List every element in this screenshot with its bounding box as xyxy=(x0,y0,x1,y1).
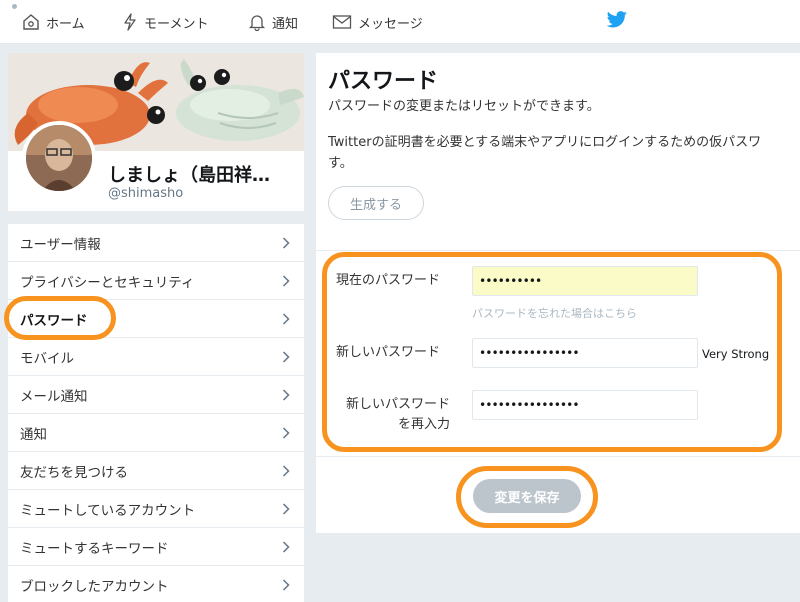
chevron-right-icon xyxy=(282,503,290,515)
avatar-image xyxy=(26,125,92,191)
sidebar-item-label: ミュートしているアカウント xyxy=(20,502,196,519)
envelope-icon xyxy=(332,15,352,29)
home-icon xyxy=(23,14,39,30)
sidebar-item-email-notifications[interactable]: メール通知 xyxy=(8,376,304,414)
chevron-right-icon xyxy=(282,465,290,477)
sidebar-item-label: 通知 xyxy=(20,426,47,443)
nav-notifications-label: 通知 xyxy=(272,16,299,32)
top-nav-bar: ホーム モーメント 通知 メッセージ xyxy=(0,0,800,44)
nav-home-label: ホーム xyxy=(46,16,85,32)
chevron-right-icon xyxy=(282,389,290,401)
nav-home[interactable]: ホーム xyxy=(22,0,85,44)
section-divider xyxy=(316,456,800,457)
sidebar-item-blocked-accounts[interactable]: ブロックしたアカウント xyxy=(8,566,304,602)
page-title: パスワード xyxy=(328,69,439,94)
profile-handle[interactable]: @shimasho xyxy=(108,186,183,201)
chevron-right-icon xyxy=(282,541,290,553)
chevron-right-icon xyxy=(282,275,290,287)
sidebar-item-label: ユーザー情報 xyxy=(20,236,101,253)
sidebar-item-notifications[interactable]: 通知 xyxy=(8,414,304,452)
temp-password-description-cont: す。 xyxy=(328,156,353,171)
page-subtitle: パスワードの変更またはリセットができます。 xyxy=(328,99,600,114)
sidebar-item-muted-words[interactable]: ミュートするキーワード xyxy=(8,528,304,566)
nav-messages[interactable]: メッセージ xyxy=(332,0,423,44)
chevron-right-icon xyxy=(282,427,290,439)
chevron-right-icon xyxy=(282,579,290,591)
highlight-password-form xyxy=(322,252,782,452)
sidebar-item-muted-accounts[interactable]: ミュートしているアカウント xyxy=(8,490,304,528)
sidebar-item-label: メール通知 xyxy=(20,388,88,405)
lightning-icon xyxy=(124,13,136,31)
section-divider xyxy=(316,250,800,251)
profile-name[interactable]: しましょ（島田祥… xyxy=(108,161,270,187)
chevron-right-icon xyxy=(282,351,290,363)
sidebar-item-privacy[interactable]: プライバシーとセキュリティ xyxy=(8,262,304,300)
sidebar-item-find-friends[interactable]: 友だちを見つける xyxy=(8,452,304,490)
settings-sidebar: ユーザー情報 プライバシーとセキュリティ パスワード モバイル メール通知 通知… xyxy=(8,224,304,602)
highlight-save-button xyxy=(456,466,598,528)
sidebar-item-mobile[interactable]: モバイル xyxy=(8,338,304,376)
chevron-right-icon xyxy=(282,313,290,325)
sidebar-item-label: 友だちを見つける xyxy=(20,464,128,481)
generate-button[interactable]: 生成する xyxy=(328,186,424,220)
nav-messages-label: メッセージ xyxy=(358,16,423,32)
nav-notifications[interactable]: 通知 xyxy=(248,0,298,44)
profile-card: しましょ（島田祥… @shimasho xyxy=(8,53,304,211)
sidebar-item-label: ブロックしたアカウント xyxy=(20,578,169,595)
avatar[interactable] xyxy=(22,121,96,195)
chevron-right-icon xyxy=(282,237,290,249)
twitter-bird-icon[interactable] xyxy=(606,11,628,29)
sidebar-item-label: プライバシーとセキュリティ xyxy=(20,274,195,291)
status-dot xyxy=(12,4,17,9)
nav-moments[interactable]: モーメント xyxy=(122,0,208,44)
temp-password-description: Twitterの証明書を必要とする端末やアプリにログインするための仮パスワ xyxy=(328,135,762,150)
highlight-password-menu xyxy=(4,296,116,340)
sidebar-item-account[interactable]: ユーザー情報 xyxy=(8,224,304,262)
bell-icon xyxy=(248,15,266,31)
sidebar-item-label: ミュートするキーワード xyxy=(20,540,169,557)
sidebar-item-label: モバイル xyxy=(20,350,74,367)
nav-moments-label: モーメント xyxy=(144,16,209,32)
